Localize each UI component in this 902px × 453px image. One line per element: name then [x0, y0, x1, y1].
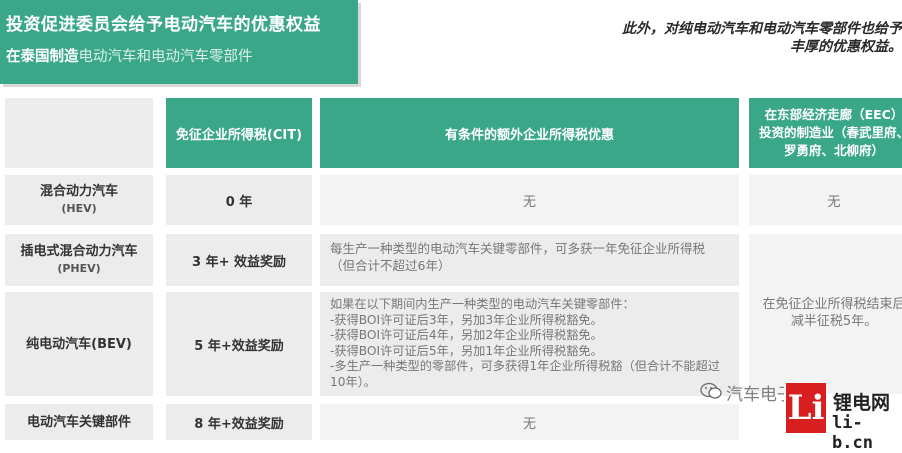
header-cit: 免征企业所得税(CIT): [166, 98, 312, 168]
subtitle-bold: 在泰国制造: [6, 49, 79, 65]
subtitle-rest: 电动汽车和电动汽车零部件: [78, 49, 253, 65]
row-phev-cit: 3 年+ 效益奖励: [166, 234, 312, 286]
wechat-icon: [700, 382, 722, 399]
row-phev-label: 插电式混合动力汽车 (PHEV): [5, 234, 153, 286]
intro-line-1: 此外，对纯电动汽车和电动汽车零部件也给予: [622, 21, 902, 37]
row-bev-extra: 如果在以下期间内生产一种类型的电动汽车关键零部件： -获得BOI许可证后3年，另…: [320, 292, 739, 396]
logo-text-url: li-b.cn: [832, 413, 873, 453]
row-hev-sub: (HEV): [61, 202, 97, 215]
title-banner: 投资促进委员会给予电动汽车的优惠权益 在泰国制造电动汽车和电动汽车零部件: [0, 0, 358, 84]
row-bev-cit: 5 年+效益奖励: [166, 292, 312, 396]
intro-line-2: 丰厚的优惠权益。: [790, 39, 902, 55]
row-bev-name: 纯电动汽车(BEV): [26, 336, 132, 352]
row-parts-label: 电动汽车关键部件: [5, 404, 153, 440]
row-parts-cit: 8 年+效益奖励: [166, 404, 312, 440]
page-title: 投资促进委员会给予电动汽车的优惠权益: [6, 15, 321, 35]
watermark-text: 汽车电子设计: [726, 385, 784, 405]
row-parts-extra: 无: [320, 404, 739, 440]
header-blank-cell: [5, 98, 153, 168]
row-parts-name: 电动汽车关键部件: [26, 414, 131, 430]
page-subtitle: 在泰国制造电动汽车和电动汽车零部件: [6, 45, 253, 66]
row-bev-label: 纯电动汽车(BEV): [5, 292, 153, 396]
header-extra: 有条件的额外企业所得税优惠: [320, 98, 739, 168]
row-hev-name: 混合动力汽车: [39, 184, 118, 199]
logo-text-cn: 锂电网: [833, 392, 891, 414]
row-hev-label: 混合动力汽车 (HEV): [5, 175, 153, 225]
row-hev-eec: 无: [749, 175, 902, 225]
li-logo-mark: Li: [786, 383, 826, 433]
intro-text: 此外，对纯电动汽车和电动汽车零部件也给予 丰厚的优惠权益。: [572, 20, 902, 56]
eec-shared-cell: 在免征企业所得税结束后减半征税5年。: [749, 234, 902, 394]
row-hev-extra: 无: [320, 175, 739, 225]
row-phev-extra: 每生产一种类型的电动汽车关键零部件，可多获一年免征企业所得税（但合计不超过6年）: [320, 234, 739, 286]
row-phev-name: 插电式混合动力汽车: [20, 244, 138, 259]
row-hev-cit: 0 年: [166, 175, 312, 225]
row-phev-sub: (PHEV): [57, 262, 101, 275]
header-eec: 在东部经济走廊（EEC） 投资的制造业（春武里府、罗勇府、北柳府）: [749, 98, 902, 168]
